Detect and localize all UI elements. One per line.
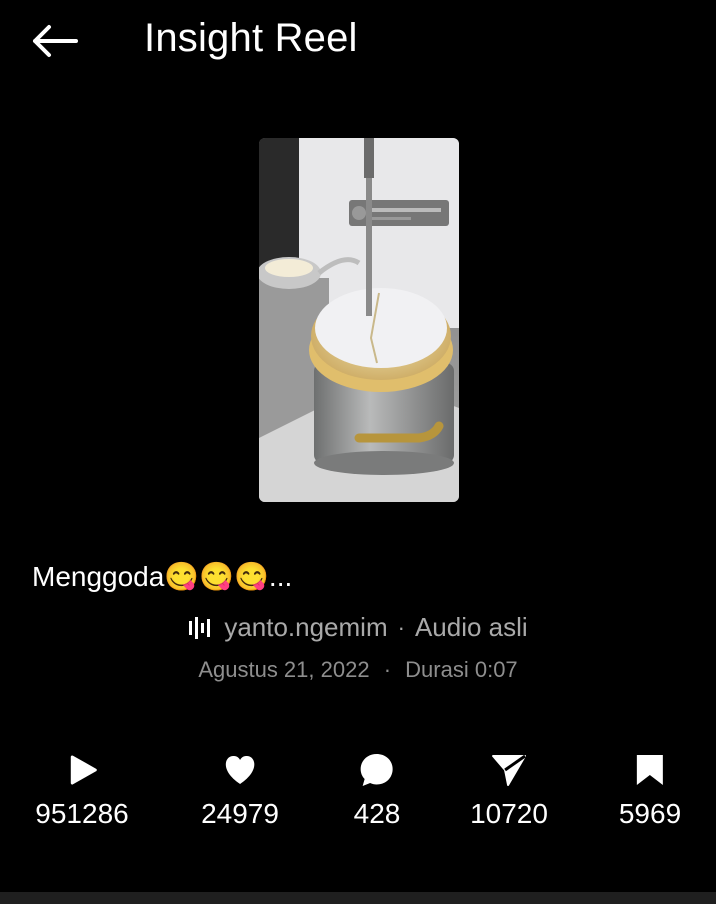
page-title: Insight Reel: [144, 16, 358, 60]
audio-label[interactable]: Audio asli: [415, 612, 528, 643]
separator: ·: [383, 657, 392, 682]
comment-icon: [361, 754, 393, 786]
header: Insight Reel: [0, 0, 716, 84]
audio-username[interactable]: yanto.ngemim: [224, 612, 387, 643]
bookmark-icon: [636, 755, 663, 785]
heart-icon: [225, 755, 255, 784]
stat-plays[interactable]: 951286: [35, 748, 129, 830]
play-icon: [70, 755, 97, 785]
stat-saves[interactable]: 5969: [619, 748, 681, 830]
separator: ·: [397, 614, 405, 640]
post-date: Agustus 21, 2022: [198, 657, 370, 682]
souffle-image: [259, 138, 459, 502]
shares-count: 10720: [470, 798, 548, 829]
stat-likes[interactable]: 24979: [201, 748, 279, 830]
saves-count: 5969: [618, 798, 682, 829]
bottom-bar: [0, 892, 716, 904]
likes-count: 24979: [201, 798, 279, 829]
reel-caption: Menggoda😋😋😋...: [32, 561, 293, 592]
reel-thumbnail[interactable]: [259, 138, 459, 502]
arrow-left-icon: [33, 25, 78, 57]
stats-bar: 951286 24979 428 10720 5969: [0, 748, 716, 848]
send-icon: [492, 754, 526, 786]
plays-count: 951286: [35, 798, 129, 829]
reel-meta: Agustus 21, 2022 · Durasi 0:07: [0, 657, 716, 683]
stat-comments[interactable]: 428: [353, 748, 401, 830]
audio-info[interactable]: yanto.ngemim · Audio asli: [0, 612, 716, 643]
audio-waveform-icon: [189, 616, 211, 639]
duration: Durasi 0:07: [405, 657, 518, 682]
comments-count: 428: [353, 798, 401, 829]
back-button[interactable]: [30, 20, 82, 62]
stat-shares[interactable]: 10720: [470, 748, 548, 830]
